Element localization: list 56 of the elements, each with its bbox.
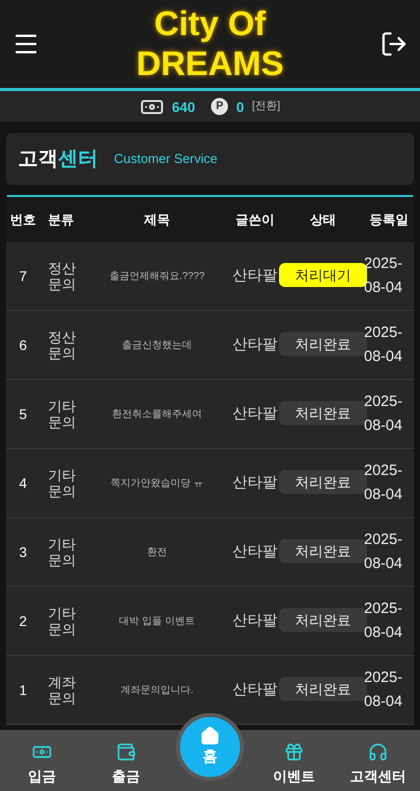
date-cell-text: 2025-08-04 (364, 323, 404, 367)
home-icon (200, 726, 220, 746)
nav-item[interactable]: 출금 (84, 742, 168, 787)
row-number: 1 (19, 681, 27, 700)
row-number: 6 (19, 336, 27, 355)
point-icon: P (211, 98, 228, 115)
category-cell-text: 기타 문의 (47, 536, 77, 568)
money-balance: 640 (172, 98, 196, 116)
author-cell-text: 산타팔 (232, 472, 278, 493)
logout-icon[interactable] (380, 30, 408, 58)
post-title[interactable]: 대박 입플 이벤트 (119, 614, 195, 628)
post-title[interactable]: 환전취소를해주세여 (112, 406, 202, 422)
category-cell-text: 정산 문의 (47, 260, 77, 292)
date-cell-text: 2025-08-04 (364, 668, 404, 712)
author-cell-text: 산타팔 (232, 610, 278, 631)
date-cell-text: 2025-08-04 (364, 392, 404, 436)
column-header: 등록일 (370, 210, 408, 229)
row-number: 2 (19, 612, 27, 631)
author-cell-text: 산타팔 (232, 680, 278, 700)
section-subtitle: Customer Service (114, 150, 218, 168)
author-cell-text: 산타팔 (232, 542, 278, 562)
column-header: 글쓴이 (236, 210, 274, 229)
date-cell-text: 2025-08-04 (364, 530, 404, 574)
row-number: 3 (19, 543, 27, 562)
nav-item[interactable]: 이벤트 (252, 742, 336, 787)
section-title: 고객센터 (18, 147, 98, 172)
gift-icon (284, 742, 304, 762)
author-cell-text: 산타팔 (232, 266, 278, 286)
nav-item[interactable]: 고객센터 (336, 742, 420, 787)
date-cell-text: 2025-08-04 (364, 599, 404, 643)
column-header: 상태 (310, 210, 336, 229)
column-header: 번호 (10, 210, 36, 229)
category-cell-text: 기타 문의 (47, 398, 77, 430)
point-balance: 0 (236, 98, 244, 116)
row-number: 4 (19, 474, 27, 493)
row-number: 5 (19, 405, 27, 424)
column-header: 분류 (47, 210, 75, 229)
category-cell-text: 계좌 문의 (47, 674, 77, 706)
row-number: 7 (19, 267, 27, 286)
date-cell-text: 2025-08-04 (364, 254, 404, 298)
category-cell-text: 정산 문의 (47, 329, 77, 361)
post-title[interactable]: 쪽지가안왔습미당 ㅠ (110, 476, 204, 490)
wallet-icon (116, 742, 136, 762)
category-cell-text: 기타 문의 (47, 605, 77, 637)
author-cell-text: 산타팔 (232, 334, 278, 355)
post-title[interactable]: 환전 (147, 544, 167, 560)
nav-item[interactable]: 입금 (0, 742, 84, 787)
date-cell-text: 2025-08-04 (364, 461, 404, 505)
post-title[interactable]: 계좌문의입니다. (120, 682, 194, 698)
post-title[interactable]: 출금신청했는데 (122, 338, 192, 352)
convert-link[interactable]: [전환] (252, 98, 280, 115)
author-cell-text: 산타팔 (232, 404, 278, 424)
headset-icon (368, 742, 388, 762)
post-title[interactable]: 출금언제해줘요.???? (109, 268, 205, 284)
category-cell-text: 기타 문의 (47, 467, 77, 499)
column-header: 제목 (144, 210, 170, 229)
